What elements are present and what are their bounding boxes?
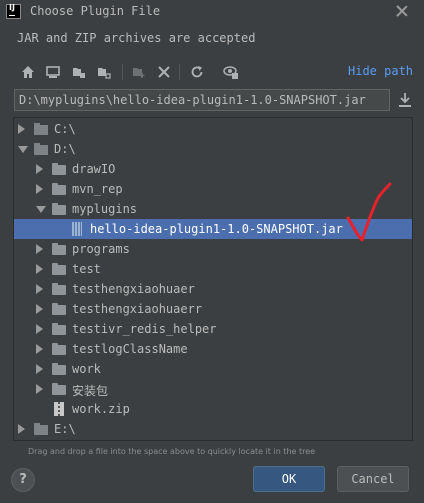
drag-drop-hint: Drag and drop a file into the space abov…	[28, 447, 316, 456]
toolbar-separator	[179, 64, 180, 80]
project-button[interactable]	[70, 63, 88, 81]
close-button[interactable]	[394, 3, 410, 19]
folder-icon	[52, 182, 66, 196]
tree-row-label: D:\	[54, 142, 76, 156]
tree-row-label: testivr_redis_helper	[72, 322, 217, 336]
drive-icon	[34, 122, 48, 136]
tree-row[interactable]: work.zip	[14, 399, 412, 419]
tree-row[interactable]: drawIO	[14, 159, 412, 179]
refresh-button[interactable]	[188, 63, 206, 81]
tree-row-label: work	[72, 362, 101, 376]
refresh-icon	[191, 66, 203, 78]
tree-row-label: C:\	[54, 122, 76, 136]
download-icon	[399, 93, 411, 107]
tree-row-label: test	[72, 262, 101, 276]
folder-icon	[52, 282, 66, 296]
path-input[interactable]: D:\myplugins\hello-idea-plugin1-1.0-SNAP…	[14, 89, 390, 111]
module-button[interactable]	[95, 63, 113, 81]
tree-row-label: testhengxiaohuaerr	[72, 302, 203, 316]
cancel-button[interactable]: Cancel	[337, 466, 409, 492]
folder-icon	[52, 242, 66, 256]
show-hidden-icon	[223, 66, 238, 79]
tree-row-label: testlogClassName	[72, 342, 188, 356]
chevron-down-icon[interactable]	[36, 206, 46, 213]
intellij-logo-icon	[6, 3, 21, 19]
home-button[interactable]	[19, 63, 37, 81]
folder-icon	[52, 262, 66, 276]
folder-icon	[52, 322, 66, 336]
tree-row-label: drawIO	[72, 162, 116, 176]
folder-icon	[52, 382, 66, 396]
new-folder-icon	[133, 68, 145, 78]
tree-row-label: 安装包	[72, 384, 109, 398]
tree-row-label: myplugins	[72, 202, 138, 216]
chevron-right-icon[interactable]	[36, 244, 43, 254]
chevron-right-icon[interactable]	[36, 284, 43, 294]
tree-row[interactable]: E:\	[14, 419, 412, 439]
tree-row-label: E:\	[54, 422, 76, 436]
toolbar-separator	[122, 64, 123, 80]
desktop-icon	[46, 66, 60, 78]
folder-icon	[52, 302, 66, 316]
tree-row[interactable]: C:\	[14, 119, 412, 139]
chevron-right-icon[interactable]	[36, 344, 43, 354]
folder-icon	[52, 362, 66, 376]
folder-icon	[52, 202, 66, 216]
new-folder-button[interactable]	[130, 63, 148, 81]
tree-row[interactable]: D:\	[14, 139, 412, 159]
delete-icon	[158, 66, 170, 78]
chevron-right-icon[interactable]	[18, 424, 25, 434]
folder-icon	[52, 342, 66, 356]
tree-row-label: testhengxiaohuaer	[72, 282, 195, 296]
chevron-right-icon[interactable]	[36, 264, 43, 274]
chevron-right-icon[interactable]	[18, 124, 25, 134]
chevron-right-icon[interactable]	[36, 304, 43, 314]
tree-row-label: programs	[72, 242, 130, 256]
hide-path-link[interactable]: Hide path	[348, 64, 413, 78]
chevron-right-icon[interactable]	[36, 364, 43, 374]
tree-row[interactable]: work	[14, 359, 412, 379]
file-tree[interactable]: C:\ D:\ drawIO mvn_rep myplugins hello-idea-p…	[13, 117, 413, 441]
drive-icon	[34, 142, 48, 156]
dialog-description: JAR and ZIP archives are accepted	[17, 31, 256, 45]
zip-file-icon	[52, 402, 66, 416]
chevron-right-icon[interactable]	[36, 184, 43, 194]
tree-row[interactable]: testhengxiaohuaerr	[14, 299, 412, 319]
chevron-right-icon[interactable]	[36, 164, 43, 174]
tree-row[interactable]: testlogClassName	[14, 339, 412, 359]
tree-row[interactable]: test	[14, 259, 412, 279]
module-icon	[98, 68, 111, 79]
folder-icon	[52, 162, 66, 176]
download-button[interactable]	[397, 91, 413, 109]
ok-button[interactable]: OK	[253, 466, 325, 492]
tree-row-label: mvn_rep	[72, 182, 123, 196]
help-button[interactable]: ?	[11, 468, 35, 492]
desktop-button[interactable]	[44, 63, 62, 81]
tree-row-label: work.zip	[72, 402, 130, 416]
chevron-right-icon[interactable]	[36, 384, 43, 394]
dialog-title: Choose Plugin File	[30, 4, 161, 18]
tree-row[interactable]: testhengxiaohuaer	[14, 279, 412, 299]
drive-icon	[34, 422, 48, 436]
show-hidden-button[interactable]	[222, 63, 240, 81]
chevron-right-icon[interactable]	[36, 324, 43, 334]
red-checkmark-annotation	[346, 182, 392, 242]
delete-button[interactable]	[155, 63, 173, 81]
tree-row-label: hello-idea-plugin1-1.0-SNAPSHOT.jar	[90, 222, 343, 236]
tree-row[interactable]: 安装包	[14, 379, 412, 399]
project-icon	[73, 68, 85, 78]
chevron-down-icon[interactable]	[18, 146, 28, 153]
home-icon	[22, 66, 34, 78]
jar-file-icon	[70, 222, 84, 236]
tree-row[interactable]: testivr_redis_helper	[14, 319, 412, 339]
